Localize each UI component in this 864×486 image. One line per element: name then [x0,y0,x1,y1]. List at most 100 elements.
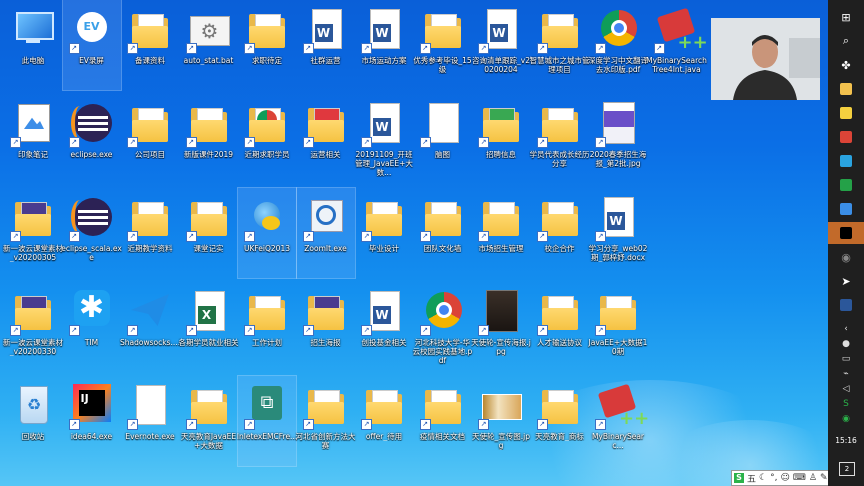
desktop-icon[interactable]: ↗ 备课资料 [121,0,179,90]
desktop-icon[interactable]: ↗ 河北科技大学-华云校园实践基地.pdf [413,282,472,372]
desktop-icon-label: 团队文化墙 [423,244,462,253]
taskbar-telegram-icon[interactable] [828,150,864,172]
desktop-icon[interactable]: ↗ 天亮教育_商标 [531,376,589,466]
shortcut-arrow-icon: ↗ [68,137,80,148]
desktop-icon[interactable]: ↗ Evernote.exe [121,376,179,466]
desktop-icon[interactable]: W ↗ 学习分享_web02期_郭梓妤.docx [589,188,647,278]
desktop-icon[interactable]: ↗ 校企合作 [531,188,589,278]
desktop-icon[interactable]: ↗ JavaEE+大数据10期 [589,282,647,372]
taskbar-green-app-icon[interactable] [828,174,864,196]
telegram-icon [840,155,852,167]
desktop-icon[interactable]: ⚙ ↗ auto_stat.bat [180,0,238,90]
desktop-icon[interactable]: W ↗ 咨询清单跟踪_v20200204 [472,0,530,90]
taskbar-windows-logo[interactable]: ⊞ [828,6,864,28]
desktop-icon-label: 近期求职学员 [244,150,290,159]
desktop-icon[interactable]: ++ ↗ MyBinarySearchTree4Int.java [646,0,708,90]
desktop-icon-label: 学员代表成长经历分享 [529,150,590,168]
desktop-icon[interactable]: ↗ UKFeiQ2013 [237,187,297,279]
desktop-icon[interactable]: ↗ eclipse.exe [63,94,121,184]
taskbar-record-icon[interactable]: ◉ [828,246,864,268]
desktop-icon-label: ZoomIt.exe [304,244,347,253]
shortcut-arrow-icon: ↗ [419,231,431,242]
taskbar-pinwheel-icon[interactable]: ✤ [828,54,864,76]
desktop-icon[interactable]: ♻ 回收站 [4,376,62,466]
desktop-icon[interactable]: ↗ 深度学习中文翻译去水印版.pdf [588,0,648,90]
desktop-icon-image: ↗ [10,194,54,242]
taskbar-file-explorer-icon[interactable] [828,78,864,100]
tray-network-icon[interactable]: ⌁ [828,367,864,381]
desktop-icon[interactable]: ↗ 近期求职学员 [238,94,296,184]
desktop-icon[interactable]: ↗ 公司项目 [121,94,179,184]
tray-volume-icon[interactable]: ◁ [828,382,864,396]
desktop-icon-label: TIM [84,338,99,347]
shortcut-arrow-icon: ↗ [595,325,606,336]
desktop-icon-label: 校企合作 [544,244,575,253]
tray-battery-icon[interactable]: ▭ [828,352,864,366]
desktop-icon[interactable]: ↗ 工作计划 [238,282,296,372]
desktop-icon[interactable]: W ↗ 社群运营 [297,0,355,90]
desktop-icon[interactable]: ↗ 脑图 [414,94,472,184]
shortcut-arrow-icon: ↗ [536,43,548,54]
desktop-icon[interactable]: ++ ↗ MyBinarySearc... [589,376,649,466]
desktop-icon-label: 社群运营 [310,56,341,65]
desktop-icon[interactable]: ↗ 学员代表成长经历分享 [529,94,590,184]
desktop-icon[interactable]: ✱ ↗ TIM [63,282,121,372]
desktop-icon[interactable]: IJ ↗ idea64.exe [63,376,121,466]
desktop-icon[interactable]: ↗ 新版课件2019 [180,94,238,184]
desktop-icon[interactable]: ↗ 市场招生管理 [472,188,530,278]
desktop-icon[interactable]: ↗ 求职待定 [238,0,296,90]
desktop-icon-image: ↗ [361,194,405,242]
desktop-icon[interactable]: ↗ 课堂记实 [180,188,238,278]
desktop-icon[interactable]: ↗ 运营相关 [297,94,355,184]
tray-green-circle-icon[interactable]: ◉ [828,412,864,426]
desktop-icon[interactable]: ↗ 天使轮-宣传海报.jpg [471,282,531,372]
desktop-icon[interactable]: ↗ 新一波云课堂素材_v20200330 [3,282,63,372]
desktop-icon[interactable]: X ↗ 各期学员就业相关 [179,282,239,372]
desktop-icon[interactable]: ↗ offer_待用 [355,376,413,466]
desktop-icon[interactable]: ↗ eclipse_scala.exe [61,188,122,278]
desktop-icon[interactable]: W ↗ 市场运动方案 [355,0,413,90]
desktop-icon[interactable]: ↗ 团队文化墙 [414,188,472,278]
desktop-icon[interactable]: ↗ ZoomIt.exe [295,187,356,279]
notification-icon[interactable]: 2 [839,462,855,476]
desktop-icon[interactable]: ↗ Shadowsocks.... [120,282,180,372]
shortcut-arrow-icon: ↗ [419,325,431,336]
desktop-icon[interactable]: ↗ 河北省创新方法大赛 [296,376,356,466]
taskbar-clock[interactable]: 15:16 [828,436,864,445]
taskbar-qq-icon[interactable] [828,222,864,244]
desktop-icon[interactable]: ↗ 毕业设计 [355,188,413,278]
tray-wechat-icon[interactable]: ● [828,337,864,351]
desktop-icon-label: 招聘信息 [486,150,516,159]
desktop-icon[interactable]: ↗ 印象笔记 [4,94,62,184]
ime-toolbar[interactable]: S 五 ☾ °, ☺ ⌨ ♙ ✎ [731,470,828,486]
desktop-icon[interactable]: W ↗ 创投基金相关 [355,282,413,372]
desktop-icon[interactable]: EV ↗ EV录屏 [61,0,122,91]
desktop-icon[interactable]: ↗ 天使轮_宣传图.jpg [472,376,530,466]
chrome-icon [601,10,637,46]
desktop-icon[interactable]: ↗ 优秀参考毕设_15级 [413,0,472,90]
tim-icon: ✱ [73,290,110,326]
taskbar-sticky-notes-icon[interactable] [828,102,864,124]
desktop-icon[interactable]: ↗ 智慧城市之城市管理项目 [530,0,590,90]
tray-s-icon[interactable]: S [828,397,864,411]
paper-plane-icon [131,294,169,326]
taskbar-word-icon[interactable] [828,294,864,316]
taskbar-chrome-icon[interactable] [828,126,864,148]
desktop-icon[interactable]: W ↗ 20191109_开班管理_JavaEE+大数... [355,94,413,184]
desktop-icon[interactable]: 此电脑 [4,0,62,90]
taskbar-blue-app-icon[interactable] [828,198,864,220]
desktop-icon[interactable]: ↗ 招生海报 [297,282,355,372]
desktop-icon[interactable]: ⧉ ↗ InletexEMCFre... [236,375,298,467]
desktop-icon-label: InletexEMCFre... [236,432,298,441]
taskbar-search-icon[interactable]: ⌕ [828,30,864,52]
taskbar-cursor-icon[interactable]: ➤ [828,270,864,292]
desktop-icon-label: Shadowsocks.... [120,338,180,347]
desktop-icon[interactable]: ↗ 近期教学资料 [121,188,179,278]
desktop-icon[interactable]: ↗ 疫情相关文档 [414,376,472,466]
desktop-icon[interactable]: ↗ 人才输送协议 [531,282,589,372]
tray-chevron-up-icon[interactable]: ‹ [828,322,864,336]
desktop-icon[interactable]: ↗ 招聘信息 [472,94,530,184]
desktop-icon[interactable]: ↗ 新一波云课堂素材_v20200305 [3,188,63,278]
desktop-icon[interactable]: ↗ 天亮教育JavaEE+大数据 [180,376,238,466]
desktop-icon[interactable]: ↗ 2020春季招生海报_第2批.jpg [589,94,647,184]
